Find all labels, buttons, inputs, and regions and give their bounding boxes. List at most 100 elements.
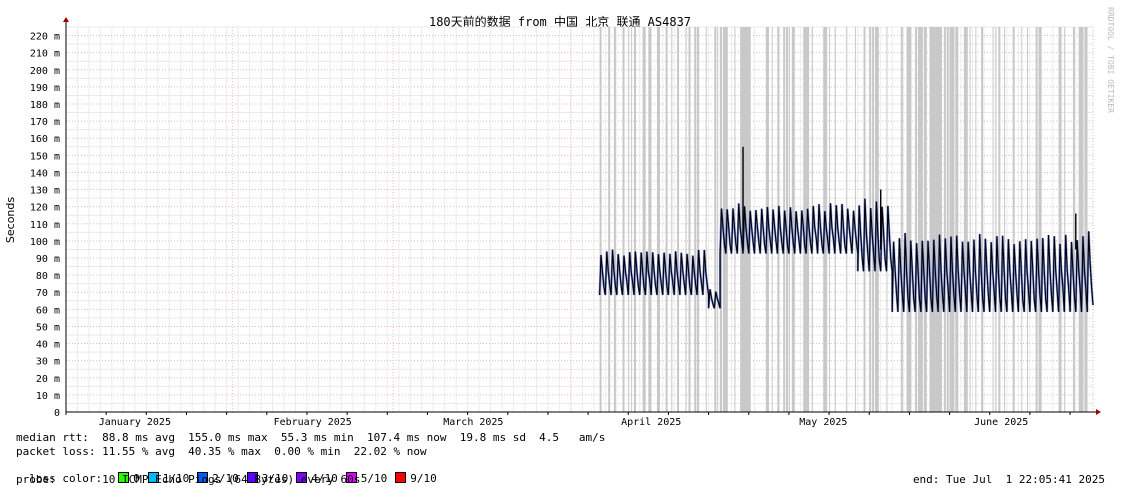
loss-bar [1064,27,1066,412]
loss-bar [642,27,646,412]
x-tick-labels: January 2025 February 2025 March 2025 April… [99,417,1029,428]
loss-bar [1084,27,1088,412]
y-tick-label: 200 m [30,66,60,77]
loss-color-swatch [395,472,407,483]
loss-bar [608,27,611,412]
y-tick-label: 80 m [36,271,60,282]
y-tick-label: 180 m [30,100,60,111]
loss-bar [1078,27,1082,412]
loss-bar [1021,27,1023,412]
loss-bar [665,27,668,412]
y-axis-label: Seconds [4,197,17,243]
loss-bar [966,27,968,412]
loss-color-label-text: 9/10 [410,472,437,485]
y-tick-label: 220 m [30,32,60,43]
x-tick-label: February 2025 [274,417,352,428]
y-tick-label: 40 m [36,340,60,351]
loss-bar [656,27,660,412]
loss-bar [969,27,971,412]
y-tick-label: 130 m [30,186,60,197]
loss-bar [705,27,707,412]
loss-bar [981,27,984,412]
y-tick-label: 140 m [30,168,60,179]
loss-bar [952,27,955,412]
loss-bar [648,27,652,412]
loss-bar [935,27,939,412]
loss-bar [714,27,717,412]
y-axis-arrow [63,17,69,22]
loss-bar [909,27,912,412]
loss-bar [671,27,673,412]
loss-bar [1012,27,1015,412]
y-tick-label: 160 m [30,134,60,145]
y-tick-label: 0 [54,408,60,419]
loss-bar [628,27,630,412]
loss-bar [920,27,923,412]
x-tick-label: June 2025 [974,417,1028,428]
loss-bar [1081,27,1084,412]
loss-bar [697,27,700,412]
loss-bar [688,27,691,412]
loss-bar [975,27,977,412]
loss-bar [613,27,616,412]
loss-bar [940,27,942,412]
loss-bar [949,27,953,412]
loss-bar [923,27,927,412]
y-tick-label: 190 m [30,83,60,94]
loss-bar [631,27,633,412]
packet-loss-line: packet loss: 11.55 % avg 40.35 % max 0.0… [16,445,427,458]
y-tick-labels: 0 10 m 20 m 30 m 40 m 50 m 60 m 70 m 80 m 90 m 100… [30,32,60,419]
y-tick-label: 210 m [30,49,60,60]
y-tick-label: 90 m [36,254,60,265]
loss-bar [900,27,903,412]
median-rtt-line: median rtt: 88.8 ms avg 155.0 ms max 55.… [16,431,606,444]
x-tick-label: May 2025 [799,417,847,428]
loss-bar [1035,27,1038,412]
loss-bar [998,27,1001,412]
y-tick-label: 60 m [36,305,60,316]
loss-bar [685,27,687,412]
x-tick-label: April 2025 [621,417,681,428]
loss-bar [906,27,910,412]
loss-color-item: 9/10 [395,472,437,485]
loss-bar [677,27,680,412]
loss-bar [915,27,918,412]
loss-bar [1004,27,1006,412]
x-tick-label: March 2025 [443,417,503,428]
y-tick-label: 70 m [36,288,60,299]
loss-bar [963,27,967,412]
y-tick-label: 170 m [30,117,60,128]
loss-bar [995,27,997,412]
loss-bar [932,27,936,412]
loss-bar [938,27,942,412]
probe-line: probe: 10 ICMP Echo Pings (64 Bytes) eve… [16,473,361,486]
chart-canvas: 180天前的数据 from 中国 北京 联通 AS4837 Seconds RR… [4,7,1115,428]
loss-bar [634,27,637,412]
loss-bar [622,27,625,412]
loss-bar [918,27,922,412]
loss-bar [1027,27,1029,412]
y-tick-label: 50 m [36,322,60,333]
x-axis-arrow [1096,409,1101,415]
y-tick-label: 20 m [36,374,60,385]
loss-bar [717,27,719,412]
loss-bar [1058,27,1062,412]
loss-bar [599,27,602,412]
loss-bar [929,27,933,412]
loss-color-label-text: 5/10 [360,472,388,485]
loss-bar [992,27,994,412]
end-time: end: Tue Jul 1 22:05:41 2025 [912,473,1105,486]
watermark: RRDTOOL / TOBI OETIKER [1106,7,1115,113]
y-tick-label: 10 m [36,391,60,402]
y-tick-label: 120 m [30,203,60,214]
y-tick-label: 30 m [36,357,60,368]
y-tick-label: 150 m [30,151,60,162]
loss-bar [943,27,946,412]
y-tick-label: 100 m [30,237,60,248]
loss-bar [946,27,949,412]
loss-bar [1038,27,1042,412]
y-tick-label: 110 m [30,220,60,231]
loss-bar [955,27,959,412]
x-tick-label: January 2025 [99,417,171,428]
loss-bar [1072,27,1075,412]
